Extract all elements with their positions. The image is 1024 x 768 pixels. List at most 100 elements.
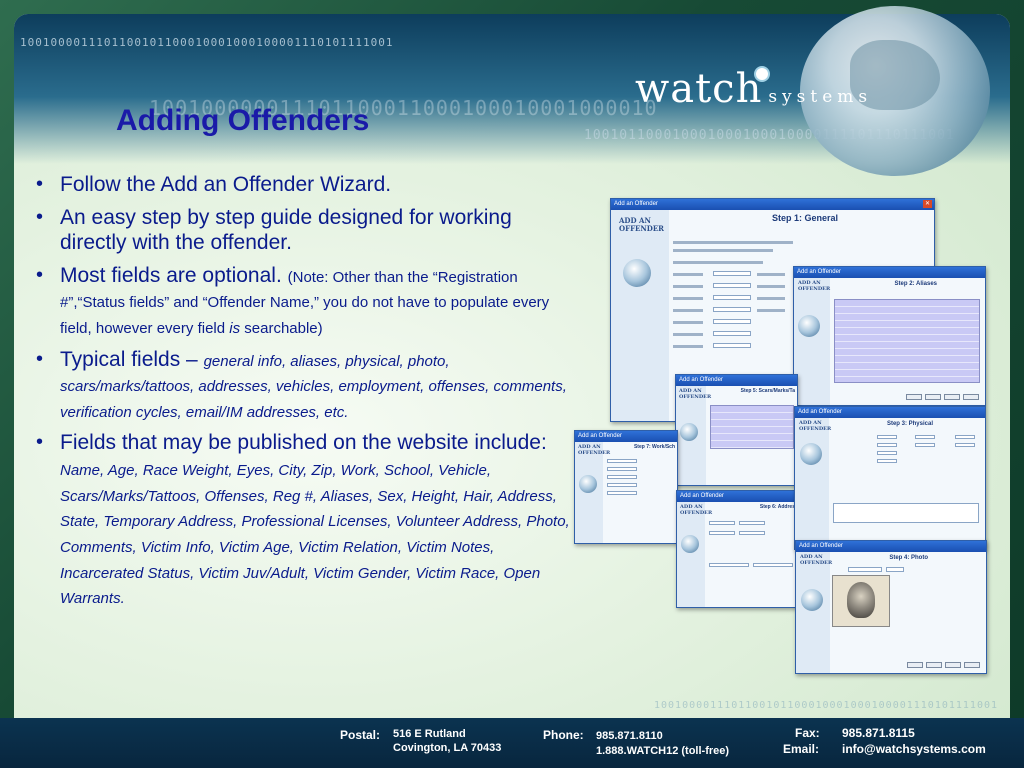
window-title: Add an Offender bbox=[611, 199, 934, 210]
step-title: Step 1: General bbox=[771, 213, 838, 223]
bullet-item: Typical fields – general info, aliases, … bbox=[30, 347, 570, 424]
alias-grid bbox=[834, 299, 980, 383]
photo-path-field bbox=[848, 567, 882, 572]
form-field bbox=[915, 435, 935, 439]
field-label bbox=[757, 285, 785, 288]
field-label bbox=[757, 309, 785, 312]
email-label: Email: bbox=[783, 742, 820, 756]
window-title: Add an Offender bbox=[677, 491, 797, 502]
comments-box bbox=[833, 503, 979, 523]
wizard-sidebar bbox=[677, 502, 705, 607]
wizard-side-text: ADD AN OFFENDER bbox=[619, 216, 664, 233]
logo-word: watch bbox=[635, 66, 763, 112]
fax-label: Fax: bbox=[795, 726, 820, 740]
wizard-buttons bbox=[907, 662, 980, 668]
form-field bbox=[713, 283, 751, 288]
phone-label: Phone: bbox=[543, 728, 584, 742]
field-label bbox=[673, 285, 703, 288]
form-field bbox=[753, 563, 793, 567]
field-label bbox=[673, 321, 703, 324]
wizard-side-text: ADD AN OFFENDER bbox=[578, 444, 611, 456]
window-title: Add an Offender bbox=[575, 431, 677, 442]
step-title: Step 4: Photo bbox=[889, 555, 928, 561]
globe-icon bbox=[579, 475, 597, 493]
bullet-item: Most fields are optional. (Note: Other t… bbox=[30, 263, 570, 340]
postal-address-line-1: 516 E Rutland bbox=[393, 728, 466, 740]
wizard-side-text: ADD AN OFFENDER bbox=[800, 554, 833, 566]
instruction-line bbox=[673, 241, 793, 244]
bullet-lead: Most fields are optional. bbox=[60, 263, 288, 287]
screenshot-step7: Add an Offender ADD AN OFFENDER Step 7: … bbox=[574, 430, 678, 544]
globe-icon bbox=[623, 259, 651, 287]
form-field bbox=[709, 563, 749, 567]
bullet-note: searchable) bbox=[240, 320, 323, 338]
field-label bbox=[757, 273, 785, 276]
slide-title: Adding Offenders bbox=[116, 104, 370, 137]
postal-address-line-2: Covington, LA 70433 bbox=[393, 742, 502, 754]
close-icon: ✕ bbox=[923, 200, 932, 208]
form-field bbox=[713, 343, 751, 348]
wizard-sidebar bbox=[796, 552, 830, 673]
logo-dot-icon bbox=[754, 66, 770, 82]
binary-decoration: 1001000011101100101100010001000100001110… bbox=[654, 700, 999, 711]
form-field bbox=[877, 459, 897, 463]
bullet-item: An easy step by step guide designed for … bbox=[30, 205, 570, 256]
form-field bbox=[607, 459, 637, 463]
form-field bbox=[713, 331, 751, 336]
screenshot-step2: Add an Offender ADD AN OFFENDER Step 2: … bbox=[793, 266, 986, 406]
wizard-side-text: ADD AN OFFENDER bbox=[679, 388, 712, 400]
screenshot-step5: Add an Offender ADD AN OFFENDER Step 5: … bbox=[675, 374, 798, 486]
window-title: Add an Offender bbox=[796, 541, 986, 552]
form-field bbox=[877, 451, 897, 455]
globe-icon bbox=[798, 315, 820, 337]
globe-icon bbox=[680, 423, 698, 441]
form-field bbox=[709, 531, 735, 535]
offender-photo bbox=[832, 575, 890, 627]
instruction-line bbox=[673, 249, 773, 252]
screenshot-step6: Add an Offender ADD AN OFFENDER Step 6: … bbox=[676, 490, 798, 608]
form-field bbox=[607, 475, 637, 479]
wizard-sidebar bbox=[611, 210, 669, 421]
fax-number: 985.871.8115 bbox=[842, 726, 915, 740]
globe-icon bbox=[681, 535, 699, 553]
binary-decoration: 1001000011101100101100010001000100001110… bbox=[20, 36, 394, 49]
step-title: Step 3: Physical bbox=[886, 421, 933, 427]
globe-icon bbox=[800, 443, 822, 465]
logo-sub: systems bbox=[768, 87, 873, 107]
form-field bbox=[607, 491, 637, 495]
email-address[interactable]: info@watchsystems.com bbox=[842, 742, 986, 756]
field-label bbox=[673, 333, 703, 336]
window-title: Add an Offender bbox=[795, 407, 985, 418]
form-field bbox=[713, 295, 751, 300]
bullet-detail: Name, Age, Race Weight, Eyes, City, Zip,… bbox=[60, 462, 570, 608]
bullet-item: Follow the Add an Offender Wizard. bbox=[30, 172, 570, 198]
instruction-line bbox=[673, 261, 763, 264]
form-field bbox=[877, 435, 897, 439]
field-label bbox=[673, 297, 703, 300]
bullet-lead: Typical fields – bbox=[60, 347, 204, 371]
bullet-item: Fields that may be published on the webs… bbox=[30, 430, 570, 609]
window-title: Add an Offender bbox=[676, 375, 797, 386]
window-title: Add an Offender bbox=[794, 267, 985, 278]
field-label bbox=[673, 309, 703, 312]
form-field bbox=[877, 443, 897, 447]
wizard-buttons bbox=[906, 394, 979, 400]
form-field bbox=[713, 319, 751, 324]
step-title: Step 6: Addres bbox=[759, 504, 795, 510]
form-field bbox=[739, 531, 765, 535]
form-field bbox=[915, 443, 935, 447]
screenshot-step4: Add an Offender ADD AN OFFENDER Step 4: … bbox=[795, 540, 987, 674]
wizard-sidebar bbox=[795, 418, 829, 549]
form-field bbox=[607, 483, 637, 487]
bullet-list: Follow the Add an Offender Wizard. An ea… bbox=[30, 172, 570, 617]
form-field bbox=[955, 443, 975, 447]
step-title: Step 2: Aliases bbox=[894, 281, 937, 287]
form-field bbox=[607, 467, 637, 471]
globe-icon bbox=[801, 589, 823, 611]
step-title: Step 5: Scars/Marks/Ta bbox=[740, 388, 795, 394]
face-photo-icon bbox=[847, 582, 875, 618]
bullet-lead: Fields that may be published on the webs… bbox=[60, 431, 547, 455]
step-title: Step 7: Work/Sch bbox=[633, 444, 675, 450]
form-field bbox=[713, 271, 751, 276]
wizard-sidebar bbox=[794, 278, 830, 405]
